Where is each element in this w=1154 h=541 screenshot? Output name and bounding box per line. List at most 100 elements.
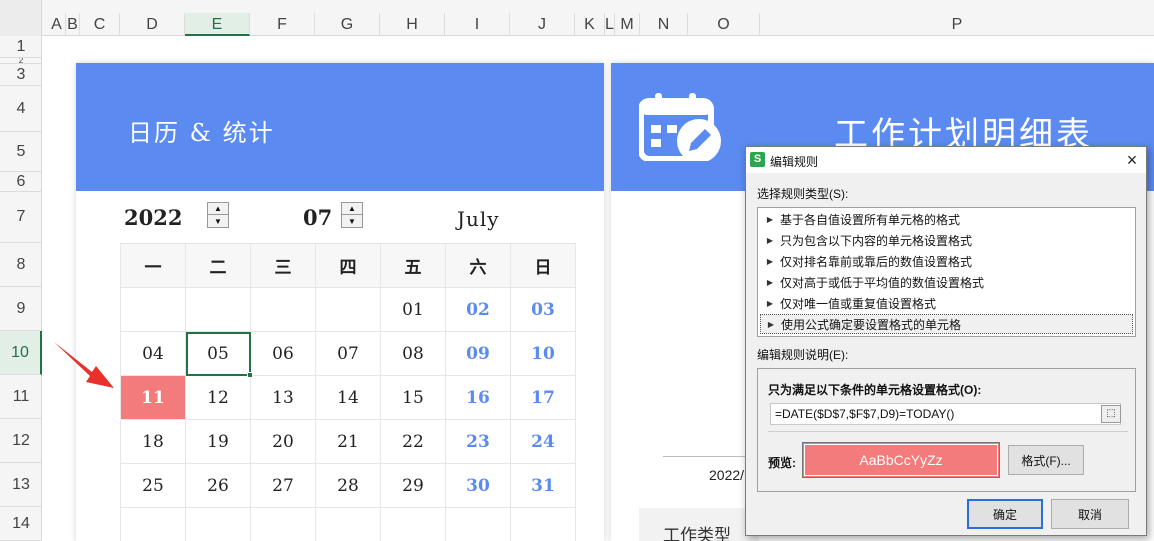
fill-handle[interactable]: [247, 372, 253, 378]
row-header-12[interactable]: 12: [0, 419, 42, 463]
calendar-day[interactable]: [251, 288, 316, 332]
month-value[interactable]: 07: [303, 205, 332, 230]
rule-type-item[interactable]: ▶ 基于各自值设置所有单元格的格式: [760, 209, 1133, 229]
column-header-l[interactable]: L: [605, 13, 615, 36]
calendar-day[interactable]: 24: [511, 420, 576, 464]
calendar-day[interactable]: 02: [446, 288, 511, 332]
calendar-day[interactable]: 29: [381, 464, 446, 508]
calendar-day[interactable]: 09: [446, 332, 511, 376]
cancel-button[interactable]: 取消: [1051, 499, 1129, 529]
column-header-o[interactable]: O: [688, 13, 760, 36]
calendar-day[interactable]: [186, 288, 251, 332]
ok-button[interactable]: 确定: [967, 499, 1043, 529]
calendar-day[interactable]: 14: [316, 376, 381, 420]
weekday-header[interactable]: 日: [511, 244, 576, 288]
row-header-10[interactable]: 10: [0, 331, 42, 375]
year-value[interactable]: 2022: [124, 205, 182, 230]
calendar-day[interactable]: [186, 508, 251, 541]
calendar-day[interactable]: 26: [186, 464, 251, 508]
column-header-i[interactable]: I: [445, 13, 510, 36]
dialog-titlebar[interactable]: S 编辑规则 ×: [746, 147, 1146, 173]
column-header-b[interactable]: B: [66, 13, 80, 36]
spin-up-icon[interactable]: ▲: [208, 203, 228, 215]
calendar-day[interactable]: 03: [511, 288, 576, 332]
calendar-day[interactable]: 06: [251, 332, 316, 376]
rule-type-item[interactable]: ▶ 仅对唯一值或重复值设置格式: [760, 293, 1133, 313]
column-header-k[interactable]: K: [575, 13, 605, 36]
row-header-11[interactable]: 11: [0, 375, 42, 419]
calendar-day[interactable]: 31: [511, 464, 576, 508]
formula-input[interactable]: =DATE($D$7,$F$7,D9)=TODAY(): [770, 403, 1121, 425]
column-header-m[interactable]: M: [615, 13, 640, 36]
rule-type-item[interactable]: ▶ 仅对排名靠前或靠后的数值设置格式: [760, 251, 1133, 271]
rule-type-item[interactable]: ▶ 只为包含以下内容的单元格设置格式: [760, 230, 1133, 250]
format-button[interactable]: 格式(F)...: [1008, 445, 1084, 475]
calendar-day-selected[interactable]: 05: [186, 332, 251, 376]
column-header-c[interactable]: C: [80, 13, 120, 36]
calendar-day[interactable]: 16: [446, 376, 511, 420]
column-header-e[interactable]: E: [185, 13, 250, 36]
calendar-day[interactable]: [511, 508, 576, 541]
spin-down-icon[interactable]: ▼: [342, 215, 362, 227]
column-header-n[interactable]: N: [640, 13, 688, 36]
calendar-day[interactable]: 07: [316, 332, 381, 376]
range-select-icon[interactable]: ⬚: [1101, 405, 1121, 423]
row-header-8[interactable]: 8: [0, 243, 42, 287]
column-header-g[interactable]: G: [315, 13, 380, 36]
select-all-corner[interactable]: [0, 0, 42, 36]
calendar-day[interactable]: 15: [381, 376, 446, 420]
weekday-header[interactable]: 三: [251, 244, 316, 288]
weekday-header[interactable]: 六: [446, 244, 511, 288]
calendar-day[interactable]: [121, 288, 186, 332]
calendar-day[interactable]: 21: [316, 420, 381, 464]
calendar-day[interactable]: [121, 508, 186, 541]
calendar-day[interactable]: [381, 508, 446, 541]
calendar-day[interactable]: 04: [121, 332, 186, 376]
calendar-day[interactable]: 13: [251, 376, 316, 420]
row-header-1[interactable]: 1: [0, 36, 42, 58]
calendar-day[interactable]: 23: [446, 420, 511, 464]
column-header-a[interactable]: A: [48, 13, 66, 36]
close-icon[interactable]: ×: [1120, 149, 1144, 171]
calendar-day[interactable]: [446, 508, 511, 541]
year-spinner[interactable]: ▲ ▼: [207, 202, 229, 228]
calendar-day-today[interactable]: 11: [121, 376, 186, 420]
calendar-day[interactable]: 22: [381, 420, 446, 464]
weekday-header[interactable]: 五: [381, 244, 446, 288]
row-header-6[interactable]: 6: [0, 172, 42, 192]
row-header-3[interactable]: 3: [0, 64, 42, 86]
calendar-day[interactable]: 18: [121, 420, 186, 464]
spin-up-icon[interactable]: ▲: [342, 203, 362, 215]
rule-type-list[interactable]: ▶ 基于各自值设置所有单元格的格式 ▶ 只为包含以下内容的单元格设置格式 ▶ 仅对排名…: [757, 207, 1136, 337]
calendar-day[interactable]: 12: [186, 376, 251, 420]
calendar-day[interactable]: 27: [251, 464, 316, 508]
calendar-day[interactable]: 30: [446, 464, 511, 508]
row-header-5[interactable]: 5: [0, 132, 42, 172]
weekday-header[interactable]: 一: [121, 244, 186, 288]
calendar-day[interactable]: 17: [511, 376, 576, 420]
rule-type-item[interactable]: ▶ 仅对高于或低于平均值的数值设置格式: [760, 272, 1133, 292]
column-header-f[interactable]: F: [250, 13, 315, 36]
calendar-day[interactable]: 25: [121, 464, 186, 508]
calendar-day[interactable]: [251, 508, 316, 541]
weekday-header[interactable]: 四: [316, 244, 381, 288]
column-header-h[interactable]: H: [380, 13, 445, 36]
calendar-day[interactable]: 28: [316, 464, 381, 508]
rule-type-item-selected[interactable]: ▶ 使用公式确定要设置格式的单元格: [760, 314, 1133, 334]
calendar-day[interactable]: 01: [381, 288, 446, 332]
month-spinner[interactable]: ▲ ▼: [341, 202, 363, 228]
calendar-day[interactable]: [316, 508, 381, 541]
row-header-9[interactable]: 9: [0, 287, 42, 331]
spin-down-icon[interactable]: ▼: [208, 215, 228, 227]
row-header-4[interactable]: 4: [0, 86, 42, 132]
calendar-day[interactable]: 08: [381, 332, 446, 376]
row-header-14[interactable]: 14: [0, 507, 42, 541]
column-header-j[interactable]: J: [510, 13, 575, 36]
calendar-day[interactable]: 10: [511, 332, 576, 376]
column-header-p[interactable]: P: [760, 13, 1154, 36]
row-header-13[interactable]: 13: [0, 463, 42, 507]
column-header-d[interactable]: D: [120, 13, 185, 36]
calendar-day[interactable]: [316, 288, 381, 332]
row-header-7[interactable]: 7: [0, 192, 42, 243]
weekday-header[interactable]: 二: [186, 244, 251, 288]
